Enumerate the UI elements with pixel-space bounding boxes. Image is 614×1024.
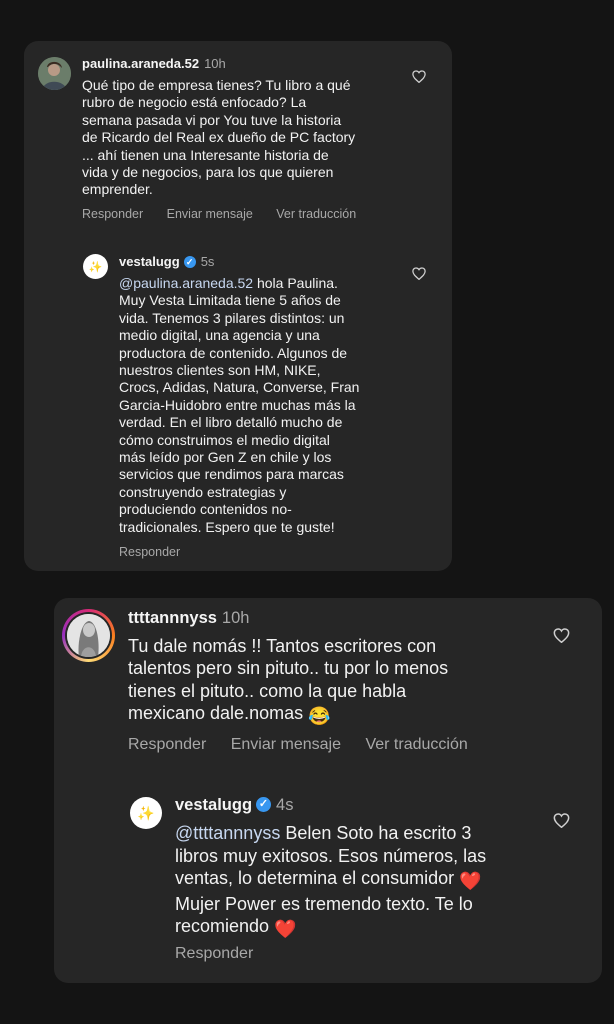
mention-link[interactable]: @ttttannnyss bbox=[175, 823, 280, 843]
verified-badge-icon: ✓ bbox=[256, 797, 272, 813]
svg-text:✨: ✨ bbox=[137, 805, 154, 822]
comment-card-1: paulina.araneda.52 10h Qué tipo de empres… bbox=[24, 41, 452, 571]
reply-body-2: Mujer Power es tremendo texto. Te lo rec… bbox=[175, 893, 473, 937]
comment-card-2: ttttannnyss 10h Tu dale nomás !! Tantos e… bbox=[54, 598, 602, 983]
comment-actions: Responder Enviar mensaje Ver traducción bbox=[82, 207, 376, 221]
comment-text: Tu dale nomás !! Tantos escritores con t… bbox=[128, 635, 568, 728]
username-text[interactable]: vestalugg bbox=[175, 796, 252, 814]
reply-button[interactable]: Responder bbox=[82, 207, 143, 221]
comment-text: Qué tipo de empresa tienes? Tu libro a q… bbox=[82, 77, 356, 198]
reply-button[interactable]: Responder bbox=[175, 945, 253, 962]
laughing-emoji-icon: 😂 bbox=[308, 706, 331, 727]
red-heart-emoji-icon: ❤️ bbox=[459, 871, 482, 892]
reply-button[interactable]: Responder bbox=[119, 545, 180, 559]
comment-time: 10h bbox=[204, 56, 226, 71]
comment-username[interactable]: paulina.araneda.52 10h bbox=[82, 56, 226, 71]
avatar-vestalugg[interactable]: ✨ bbox=[130, 797, 162, 829]
avatar-ttttannnyss[interactable] bbox=[62, 609, 115, 662]
reply-time: 4s bbox=[276, 796, 294, 814]
heart-outline-icon[interactable] bbox=[553, 628, 570, 648]
avatar-paulina[interactable] bbox=[38, 57, 71, 90]
reply-username[interactable]: vestalugg ✓ 4s bbox=[175, 796, 293, 815]
reply-time: 5s bbox=[200, 254, 215, 269]
reply-text: @paulina.araneda.52 hola Paulina. Muy Ve… bbox=[119, 275, 409, 536]
comment-time: 10h bbox=[221, 609, 250, 627]
heart-outline-icon[interactable] bbox=[553, 813, 570, 833]
reply-body: hola Paulina. Muy Vesta Limitada tiene 5… bbox=[119, 275, 360, 535]
see-translation-button[interactable]: Ver traducción bbox=[276, 207, 356, 221]
verified-badge-icon: ✓ bbox=[183, 255, 196, 268]
red-heart-emoji-icon: ❤️ bbox=[274, 919, 297, 940]
comment-username[interactable]: ttttannnyss 10h bbox=[128, 609, 249, 628]
avatar-vestalugg[interactable]: ✨ bbox=[83, 254, 108, 279]
username-text[interactable]: paulina.araneda.52 bbox=[82, 56, 199, 71]
username-text[interactable]: vestalugg bbox=[119, 254, 180, 269]
username-text[interactable]: ttttannnyss bbox=[128, 609, 217, 627]
reply-text: @ttttannnyss Belen Soto ha escrito 3 lib… bbox=[175, 822, 575, 941]
heart-outline-icon[interactable] bbox=[412, 70, 426, 88]
reply-button[interactable]: Responder bbox=[128, 736, 206, 753]
send-message-button[interactable]: Enviar mensaje bbox=[167, 207, 253, 221]
svg-text:✨: ✨ bbox=[89, 261, 103, 274]
send-message-button[interactable]: Enviar mensaje bbox=[231, 736, 341, 753]
mention-link[interactable]: @paulina.araneda.52 bbox=[119, 275, 253, 291]
heart-outline-icon[interactable] bbox=[412, 267, 426, 285]
see-translation-button[interactable]: Ver traducción bbox=[365, 736, 467, 753]
reply-username[interactable]: vestalugg ✓ 5s bbox=[119, 254, 214, 269]
comment-actions: Responder Enviar mensaje Ver traducción bbox=[128, 736, 488, 754]
comment-body: Tu dale nomás !! Tantos escritores con t… bbox=[128, 636, 449, 724]
reply-actions: Responder bbox=[175, 945, 273, 963]
reply-actions: Responder bbox=[119, 545, 200, 559]
